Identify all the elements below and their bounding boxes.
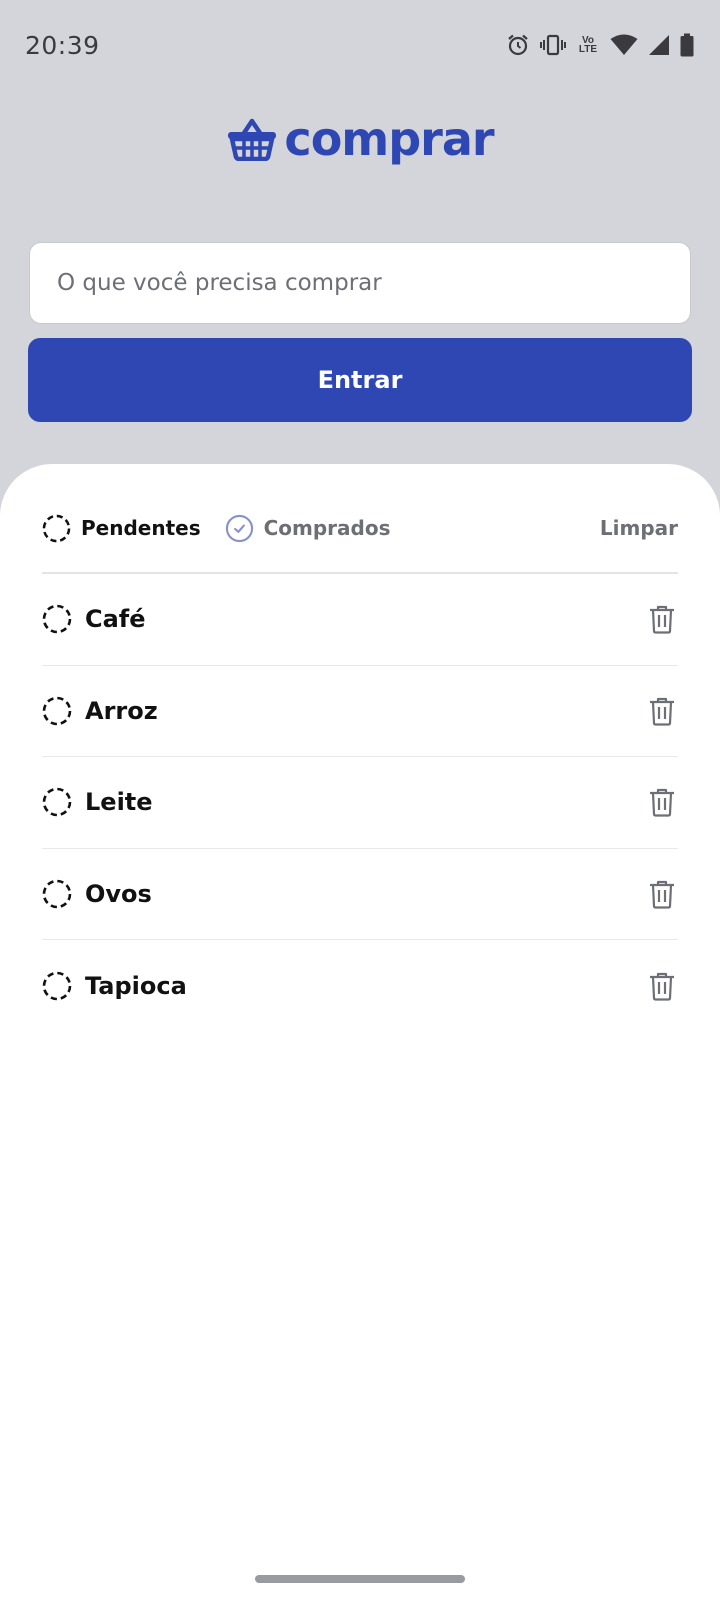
status-icons: Vo LTE	[506, 33, 694, 57]
list-item: Tapioca	[42, 940, 678, 1032]
status-bar: 20:39 Vo LTE	[0, 0, 720, 90]
pending-circle-icon[interactable]	[42, 787, 72, 817]
filter-bought-label: Comprados	[263, 516, 391, 540]
pending-circle-icon[interactable]	[42, 604, 72, 634]
item-label: Ovos	[85, 879, 152, 908]
item-label: Tapioca	[85, 971, 187, 1000]
check-circle-icon	[225, 514, 253, 542]
basket-icon	[228, 118, 277, 161]
pending-circle-icon[interactable]	[42, 879, 72, 909]
filter-pending[interactable]: Pendentes	[42, 514, 201, 543]
shopping-list-sheet: Pendentes Comprados Limpar Café Arroz Le…	[0, 464, 720, 1600]
signal-icon	[649, 35, 669, 55]
enter-button[interactable]: Entrar	[28, 338, 692, 422]
battery-icon	[680, 33, 694, 57]
list-item: Arroz	[42, 666, 678, 757]
clear-button[interactable]: Limpar	[600, 516, 678, 540]
wifi-icon	[610, 34, 638, 55]
volte-line-2: LTE	[578, 44, 598, 55]
filter-bar: Pendentes Comprados Limpar	[42, 508, 678, 548]
app-logo: comprar	[0, 112, 720, 166]
logo-text: comprar	[284, 112, 494, 166]
trash-icon[interactable]	[648, 787, 676, 817]
item-label: Leite	[85, 788, 153, 817]
trash-icon[interactable]	[648, 604, 676, 634]
list-item: Leite	[42, 757, 678, 849]
trash-icon[interactable]	[648, 879, 676, 909]
trash-icon[interactable]	[648, 696, 676, 726]
volte-icon: Vo LTE	[576, 36, 600, 55]
pending-circle-icon[interactable]	[42, 971, 72, 1001]
item-input[interactable]	[29, 242, 691, 324]
list-item: Café	[42, 574, 678, 666]
pending-circle-icon[interactable]	[42, 696, 72, 726]
alarm-icon	[508, 34, 528, 56]
list-item: Ovos	[42, 849, 678, 940]
item-list: Café Arroz Leite Ovos Tapioca	[42, 574, 678, 1032]
trash-icon[interactable]	[648, 971, 676, 1001]
item-label: Café	[85, 605, 146, 634]
vibrate-icon	[540, 34, 566, 56]
pending-circle-icon	[42, 514, 71, 542]
item-label: Arroz	[85, 696, 158, 725]
home-indicator[interactable]	[255, 1575, 465, 1583]
filter-bought[interactable]: Comprados	[225, 514, 391, 543]
filter-pending-label: Pendentes	[81, 516, 201, 540]
status-time: 20:39	[25, 30, 100, 60]
